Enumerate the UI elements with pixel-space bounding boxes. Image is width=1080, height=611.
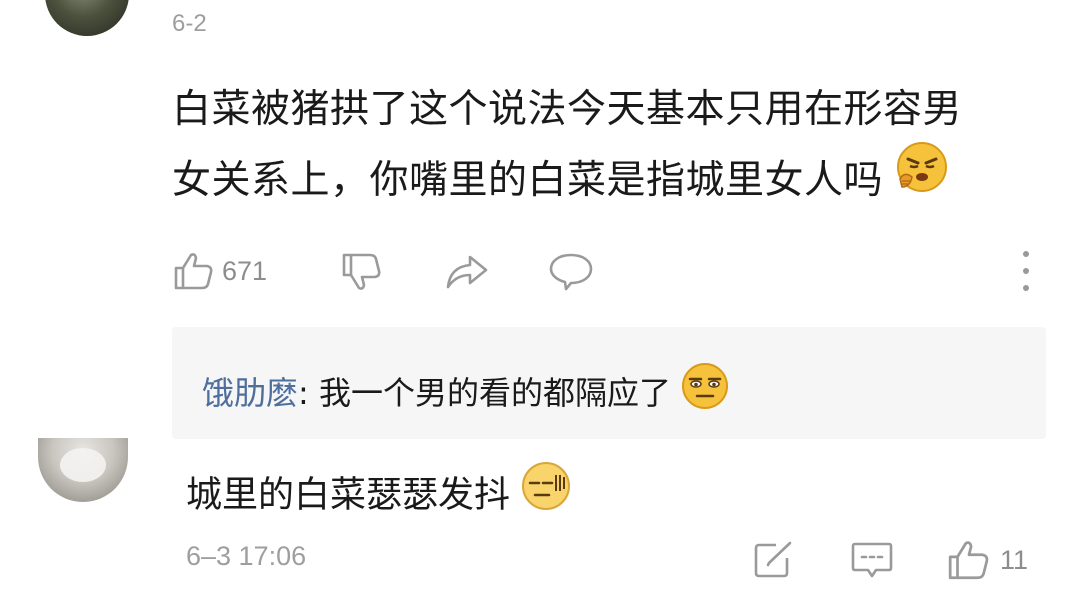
more-icon-dot xyxy=(1023,268,1029,274)
reply-button[interactable] xyxy=(850,540,894,580)
more-icon-dot xyxy=(1023,285,1029,291)
more-options-button[interactable] xyxy=(1014,251,1038,291)
edit-button[interactable] xyxy=(752,540,796,580)
message-icon xyxy=(851,542,893,578)
angry-face-emoji-icon xyxy=(896,141,948,216)
avatar[interactable] xyxy=(45,0,129,36)
more-icon xyxy=(1023,251,1029,257)
share-button[interactable] xyxy=(444,248,490,294)
comment-actions: 671 xyxy=(172,248,1052,294)
like-count: 671 xyxy=(222,255,268,286)
avatar[interactable] xyxy=(38,438,128,502)
shivering-face-emoji-icon xyxy=(521,461,571,526)
thumb-down-icon xyxy=(342,253,381,290)
comment-icon xyxy=(549,253,593,291)
thumb-up-icon xyxy=(174,253,213,290)
reply-button[interactable] xyxy=(548,248,594,294)
share-icon xyxy=(446,255,488,289)
reply-preview[interactable]: 饿肋麽: 我一个男的看的都隔应了 xyxy=(172,327,1046,439)
reply-text: 我一个男的看的都隔应了 xyxy=(318,374,671,412)
reply-preview-line: 饿肋麽: 我一个男的看的都隔应了 xyxy=(202,362,729,425)
edit-icon xyxy=(754,541,792,578)
comment-text: 白菜被猪拱了这个说法今天基本只用在形容男 女关系上，你嘴里的白菜是指城里女人吗 xyxy=(172,74,1052,220)
comment-date: 6-2 xyxy=(172,10,207,37)
like-count: 11 xyxy=(1000,544,1029,575)
comment-text: 城里的白菜瑟瑟发抖 xyxy=(186,461,571,529)
sleepy-face-emoji-icon xyxy=(681,362,729,422)
like-button[interactable]: 671 xyxy=(172,248,267,294)
dislike-button[interactable] xyxy=(340,248,384,294)
reply-separator: : xyxy=(298,374,319,412)
comment-timestamp: 6–3 17:06 xyxy=(186,541,307,571)
comment-text-line-1: 白菜被猪拱了这个说法今天基本只用在形容男 xyxy=(172,87,963,132)
comment-text-line-2: 女关系上，你嘴里的白菜是指城里女人吗 xyxy=(172,142,1052,220)
comment-text-line-2-text: 女关系上，你嘴里的白菜是指城里女人吗 xyxy=(172,158,884,203)
reply-username[interactable]: 饿肋麽 xyxy=(202,374,298,412)
thumb-up-icon xyxy=(948,541,989,580)
like-button[interactable]: 11 xyxy=(946,537,1028,583)
comment-text-content: 城里的白菜瑟瑟发抖 xyxy=(186,474,511,516)
